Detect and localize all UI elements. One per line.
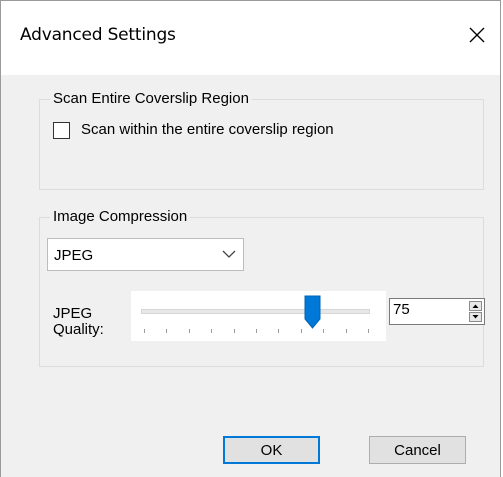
image-compression-group-label: Image Compression xyxy=(50,208,191,225)
close-button[interactable] xyxy=(454,15,500,55)
spin-up-button[interactable] xyxy=(469,301,482,311)
jpeg-quality-value[interactable]: 75 xyxy=(393,301,410,318)
chevron-down-icon xyxy=(222,250,236,258)
title-bar: Advanced Settings xyxy=(1,1,500,75)
arrow-up-icon xyxy=(472,304,479,308)
close-icon xyxy=(469,27,485,43)
slider-tick xyxy=(368,329,369,333)
slider-thumb[interactable] xyxy=(304,295,321,329)
slider-tick xyxy=(256,329,257,333)
slider-tick xyxy=(323,329,324,333)
arrow-down-icon xyxy=(472,315,479,319)
dialog-title: Advanced Settings xyxy=(20,25,176,45)
slider-tick xyxy=(211,329,212,333)
spin-buttons xyxy=(469,300,483,323)
slider-tick xyxy=(346,329,347,333)
jpeg-quality-label-line2: Quality: xyxy=(53,321,104,338)
scan-entire-region-checkbox[interactable] xyxy=(53,122,70,139)
scan-entire-region-label[interactable]: Scan within the entire coverslip region xyxy=(81,121,334,138)
ok-button[interactable]: OK xyxy=(223,436,320,464)
slider-track xyxy=(141,309,370,314)
slider-tick xyxy=(144,329,145,333)
scan-region-group: Scan Entire Coverslip Region xyxy=(39,90,484,190)
advanced-settings-dialog: Advanced Settings Scan Entire Coverslip … xyxy=(0,0,501,477)
jpeg-quality-label-line1: JPEG xyxy=(53,305,93,322)
cancel-button[interactable]: Cancel xyxy=(369,436,466,464)
slider-tick xyxy=(234,329,235,333)
compression-format-value: JPEG xyxy=(54,247,94,264)
jpeg-quality-spinbox[interactable]: 75 xyxy=(389,298,485,325)
slider-tick xyxy=(189,329,190,333)
slider-tick xyxy=(301,329,302,333)
slider-tick xyxy=(166,329,167,333)
scan-region-group-label: Scan Entire Coverslip Region xyxy=(50,90,252,107)
jpeg-quality-slider[interactable] xyxy=(131,291,386,341)
spin-down-button[interactable] xyxy=(469,312,482,322)
compression-format-dropdown[interactable]: JPEG xyxy=(47,238,244,271)
slider-tick xyxy=(278,329,279,333)
